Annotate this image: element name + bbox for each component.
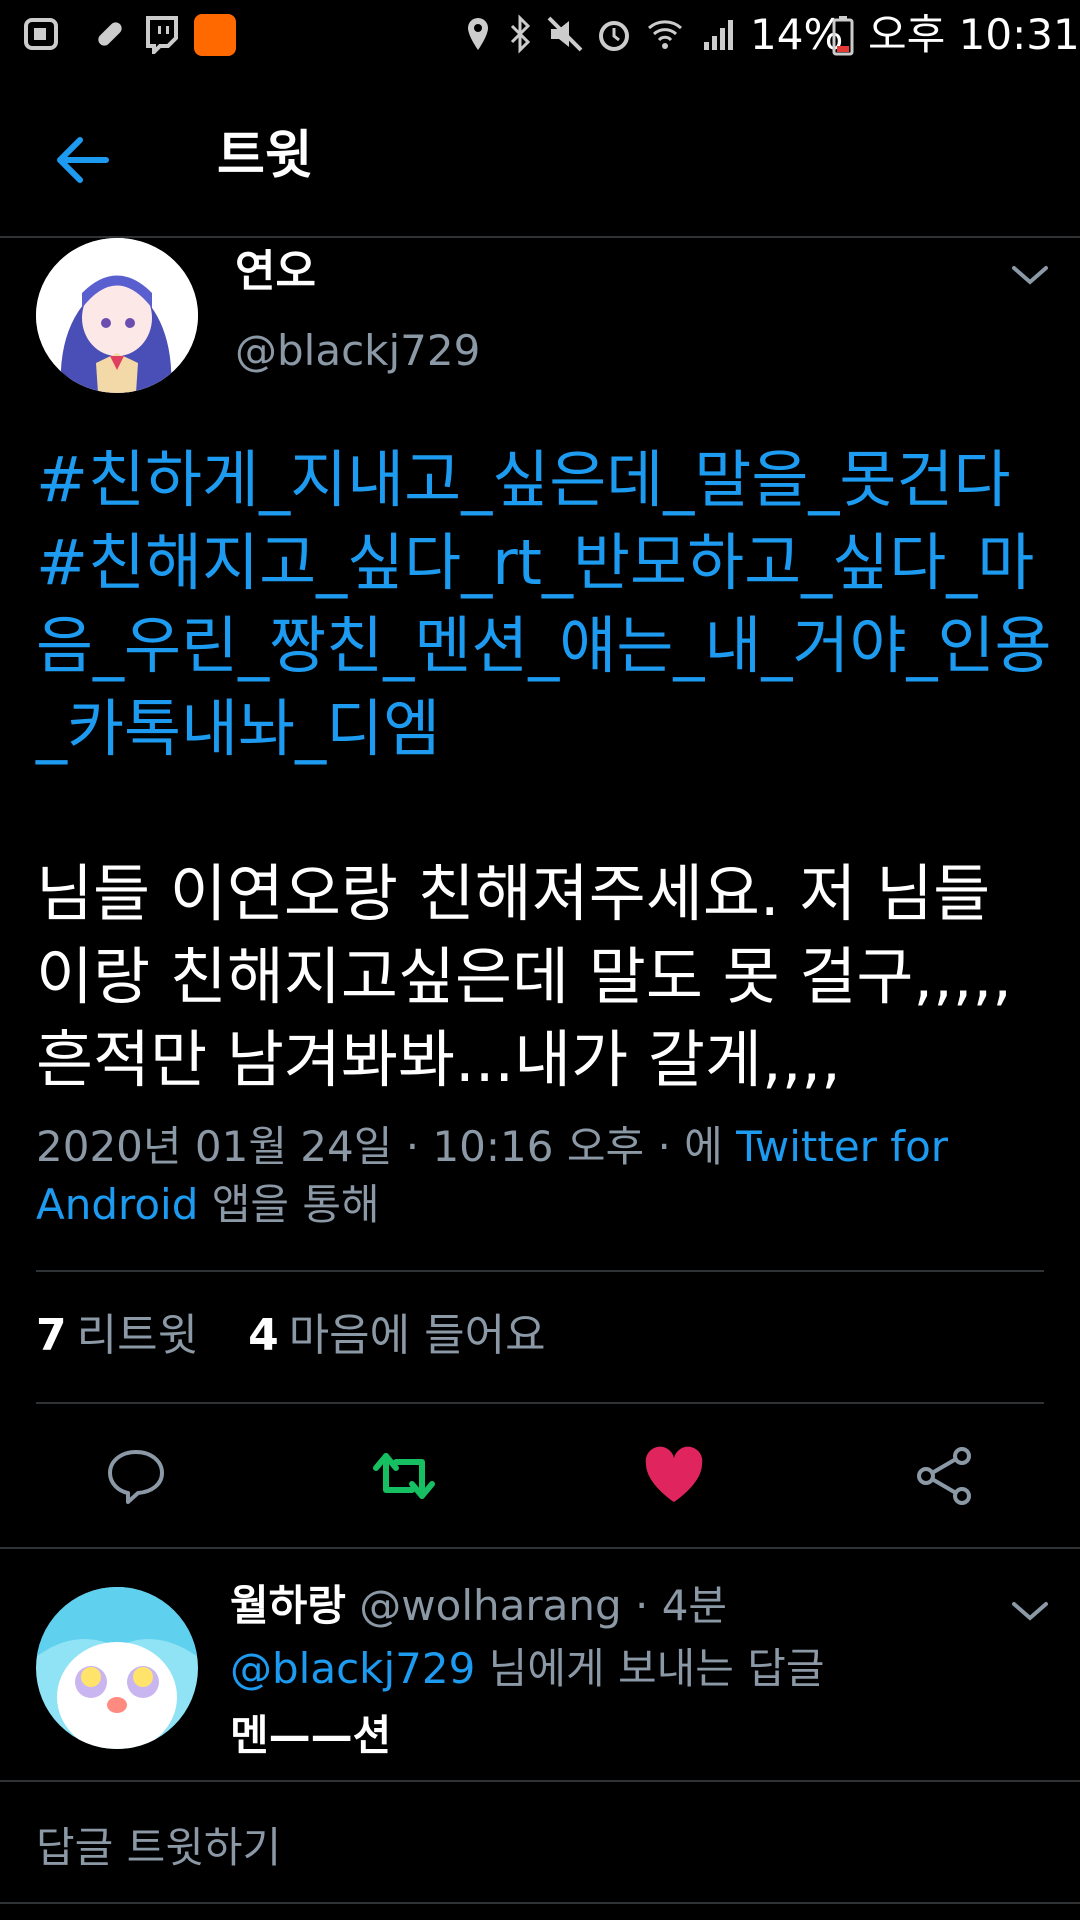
share-icon[interactable] xyxy=(912,1444,976,1508)
wifi-icon xyxy=(648,20,682,49)
reply-text: 멘——션 xyxy=(230,1711,392,1760)
divider xyxy=(0,1547,1080,1549)
tweet-meta: 2020년 01월 24일 · 10:16 오후 · 에 Twitter for… xyxy=(36,1118,1036,1234)
reply-to-line: @blackj729 님에게 보내는 답글 xyxy=(230,1641,825,1697)
likes-label: 마음에 들어요 xyxy=(288,1310,546,1361)
signal-icon xyxy=(704,20,733,50)
alarm-icon xyxy=(599,21,629,51)
twitch-icon xyxy=(146,16,178,54)
avatar-illustration xyxy=(36,238,198,393)
app-bar: 트윗 xyxy=(0,75,1080,238)
reply-to-handle[interactable]: @blackj729 xyxy=(230,1644,475,1693)
battery-percent: 14% xyxy=(750,10,844,59)
pill-icon xyxy=(98,22,122,46)
chevron-down-icon[interactable] xyxy=(1010,260,1050,290)
back-arrow-icon[interactable] xyxy=(52,130,112,190)
chevron-down-icon[interactable] xyxy=(1010,1596,1050,1626)
reply-author-handle[interactable]: @wolharang xyxy=(359,1581,621,1630)
reply-time: · 4분 xyxy=(621,1581,728,1630)
author-avatar[interactable] xyxy=(36,238,198,393)
reply-header: 월하랑 @wolharang · 4분 xyxy=(230,1578,727,1634)
reply-icon[interactable] xyxy=(104,1444,168,1508)
retweets-stat[interactable]: 7 리트윗 xyxy=(36,1310,198,1361)
reply-compose-input[interactable]: 답글 트윗하기 xyxy=(36,1820,281,1876)
tweet-text: 님들 이연오랑 친해져주세요. 저 님들이랑 친해지고싶은데 말도 못 걸구,,… xyxy=(36,857,1012,1096)
tweet-stats: 7 리트윗 4 마음에 들어요 xyxy=(36,1308,546,1364)
bluetooth-icon xyxy=(510,14,531,54)
page-title: 트윗 xyxy=(217,126,313,186)
battery-icon xyxy=(832,16,854,56)
retweet-icon[interactable] xyxy=(372,1444,436,1508)
app-notification-icon xyxy=(24,18,58,50)
divider xyxy=(0,1780,1080,1782)
retweets-count: 7 xyxy=(36,1310,67,1361)
tweet-date: 2020년 01월 24일 · 10:16 오후 · 에 xyxy=(36,1122,737,1171)
mi-app-icon xyxy=(194,14,236,56)
author-name[interactable]: 연오 xyxy=(235,246,316,298)
divider xyxy=(0,1902,1080,1904)
tweet-via-suffix: 앱을 통해 xyxy=(198,1180,380,1229)
reply-author-name[interactable]: 월하랑 xyxy=(230,1581,346,1630)
mute-icon xyxy=(547,16,583,52)
status-bar: 14% 오후 10:31 xyxy=(0,0,1080,75)
location-icon xyxy=(468,18,488,50)
retweets-label: 리트윗 xyxy=(76,1310,199,1361)
tweet-hashtags[interactable]: #친하게_지내고_싶은데_말을_못건다 #친해지고_싶다_rt_반모하고_싶다_… xyxy=(36,438,1056,770)
likes-stat[interactable]: 4 마음에 들어요 xyxy=(248,1310,546,1361)
reply-to-suffix: 님에게 보내는 답글 xyxy=(475,1644,825,1693)
divider xyxy=(36,1402,1044,1404)
like-heart-icon[interactable] xyxy=(642,1444,706,1508)
reply-avatar[interactable] xyxy=(36,1587,198,1749)
clock: 오후 10:31 xyxy=(868,10,1080,59)
likes-count: 4 xyxy=(248,1310,279,1361)
author-handle[interactable]: @blackj729 xyxy=(235,325,480,377)
reply-avatar-illustration xyxy=(36,1587,198,1749)
divider xyxy=(36,1270,1044,1272)
